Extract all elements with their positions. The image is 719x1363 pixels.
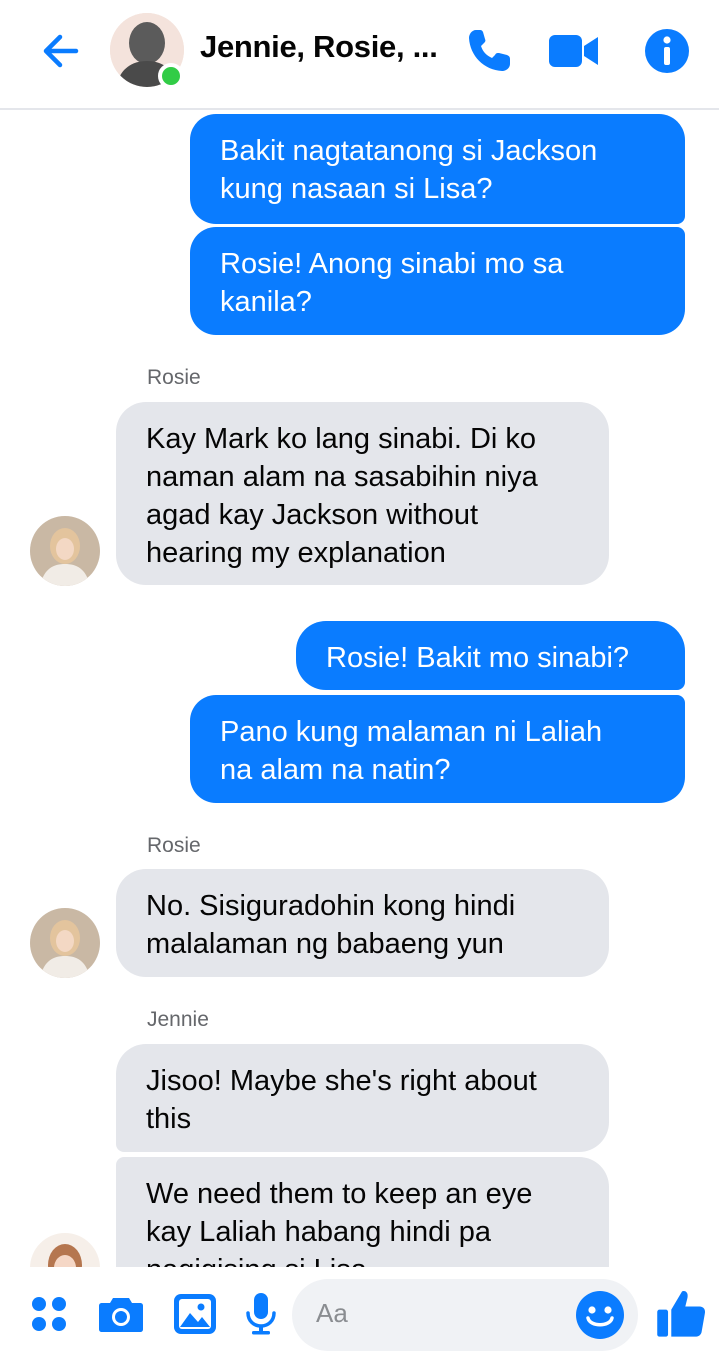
message-bubble[interactable]: No. Sisiguradohin kong hindi malalaman n… bbox=[116, 869, 609, 977]
microphone-icon[interactable] bbox=[236, 1289, 286, 1339]
message-bubble[interactable]: Jisoo! Maybe she's right about this bbox=[116, 1044, 609, 1152]
sender-name: Rosie bbox=[147, 834, 201, 857]
camera-icon[interactable] bbox=[96, 1289, 146, 1339]
emoji-icon[interactable] bbox=[574, 1289, 626, 1341]
message-bubble[interactable]: Rosie! Bakit mo sinabi? bbox=[296, 621, 685, 690]
sender-avatar-rosie[interactable] bbox=[30, 908, 100, 978]
sender-avatar-rosie[interactable] bbox=[30, 516, 100, 586]
thumbs-up-icon[interactable] bbox=[654, 1287, 708, 1341]
message-thread[interactable]: Bakit nagtatanong si Jackson kung nasaan… bbox=[0, 112, 719, 1267]
message-bubble[interactable]: Rosie! Anong sinabi mo sa kanila? bbox=[190, 227, 685, 335]
sender-name: Rosie bbox=[147, 366, 201, 389]
sender-avatar-jennie[interactable] bbox=[30, 1233, 100, 1267]
message-input-placeholder: Aa bbox=[316, 1298, 348, 1328]
online-status-dot bbox=[158, 63, 184, 89]
message-composer: Aa bbox=[0, 1267, 719, 1363]
info-icon[interactable] bbox=[640, 24, 694, 78]
gallery-icon[interactable] bbox=[170, 1289, 220, 1339]
apps-icon[interactable] bbox=[24, 1289, 74, 1339]
phone-icon[interactable] bbox=[462, 24, 516, 78]
message-input[interactable]: Aa bbox=[292, 1279, 638, 1351]
sender-name: Jennie bbox=[147, 1008, 209, 1031]
message-bubble[interactable]: Bakit nagtatanong si Jackson kung nasaan… bbox=[190, 114, 685, 224]
conversation-title[interactable]: Jennie, Rosie, ... bbox=[200, 29, 438, 65]
message-bubble[interactable]: Kay Mark ko lang sinabi. Di ko naman ala… bbox=[116, 402, 609, 585]
video-camera-icon[interactable] bbox=[546, 24, 600, 78]
message-bubble[interactable]: Pano kung malaman ni Laliah na alam na n… bbox=[190, 695, 685, 803]
message-bubble[interactable]: We need them to keep an eye kay Laliah h… bbox=[116, 1157, 609, 1267]
chat-header: Jennie, Rosie, ... bbox=[0, 0, 719, 110]
back-arrow-icon[interactable] bbox=[36, 26, 86, 76]
